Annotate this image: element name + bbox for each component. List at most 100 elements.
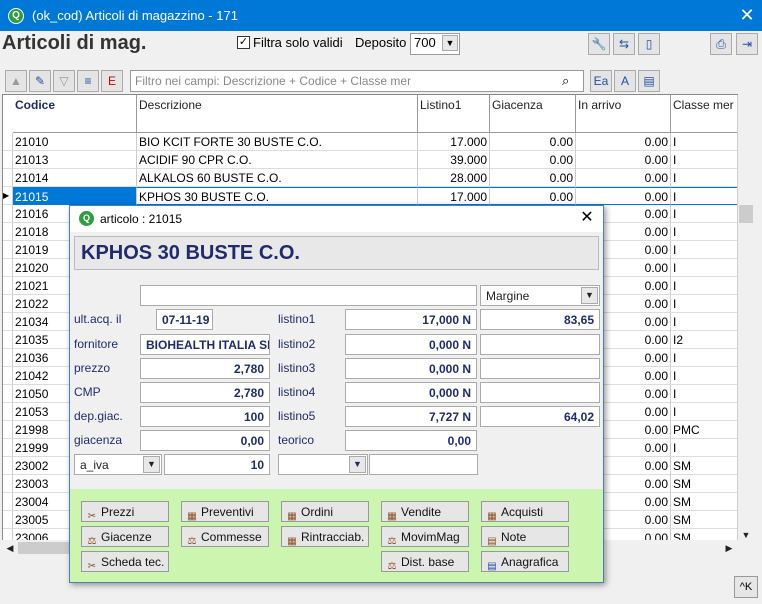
refresh-icon[interactable]: ⇆ [613, 33, 635, 55]
order-icon: ▦ [287, 511, 297, 522]
field-prezzo[interactable]: 2,780 [140, 358, 270, 379]
field-margin4[interactable] [480, 382, 600, 403]
exit-icon[interactable]: ⇥ [736, 33, 758, 55]
field-listino5[interactable]: 7,727 N [345, 406, 477, 427]
window-close-button[interactable]: ✕ [736, 4, 758, 26]
row-indicator [3, 223, 13, 241]
search-input[interactable]: Filtro nei campi: Descrizione + Codice +… [130, 70, 584, 92]
table-row[interactable]: ▶ 21015 KPHOS 30 BUSTE C.O. 17.000 0.00 0.00 I [3, 187, 737, 205]
field-margin5[interactable]: 64,02 [480, 406, 600, 427]
list-icon[interactable]: ≡ [77, 70, 99, 92]
margin-select[interactable]: Margine ▼ [480, 285, 600, 306]
row-indicator [3, 421, 13, 439]
font-size-icon[interactable]: A [614, 70, 636, 92]
row-indicator [3, 349, 13, 367]
dialog-titlebar: Q articolo : 21015 ✕ [70, 206, 603, 232]
up-arrow-icon[interactable]: ▲ [5, 70, 27, 92]
print-icon[interactable]: ⎙ [710, 33, 732, 55]
field-margin2[interactable] [480, 334, 600, 355]
edit-list-icon[interactable]: ✎ [29, 70, 51, 92]
field-margin3[interactable] [480, 358, 600, 379]
anagrafica-button[interactable]: ▤ Anagrafica [481, 551, 569, 572]
dialog-title: articolo : 21015 [100, 212, 183, 226]
column-header-giacenza[interactable]: Giacenza [490, 95, 576, 133]
dialog-close-button[interactable]: ✕ [577, 208, 597, 228]
filter-valid-checkbox[interactable]: ✓ [237, 36, 250, 49]
table-cell: I [671, 313, 737, 331]
new-document-icon[interactable]: ▯ [638, 33, 660, 55]
table-row[interactable]: 21010 BIO KCIT FORTE 30 BUSTE C.O. 17.000 0… [3, 133, 737, 151]
shortcut-button[interactable]: ^K [734, 576, 758, 598]
field-iva-value[interactable]: 10 [164, 454, 270, 475]
table-cell: SM [671, 493, 737, 511]
ordini-button[interactable]: ▦ Ordini [281, 501, 369, 522]
row-indicator [3, 295, 13, 313]
field-listino2[interactable]: 0,000 N [345, 334, 477, 355]
rintracciab-button[interactable]: ▦ Rintracciab. [281, 526, 369, 547]
deposit-select[interactable]: 700 ▼ [410, 33, 460, 55]
table-cell: I [671, 385, 737, 403]
table-row[interactable]: 21013 ACIDIF 90 CPR C.O. 39.000 0.00 0.00 I [3, 151, 737, 169]
column-header-in-arrivo[interactable]: In arrivo [576, 95, 671, 133]
column-header-classe-mer[interactable]: Classe mer [671, 95, 737, 133]
window-title: (ok_cod) Articoli di magazzino - 171 [32, 8, 238, 23]
scroll-left-icon[interactable]: ◀ [2, 540, 18, 556]
commesse-button[interactable]: ⚖ Commesse [181, 526, 269, 547]
table-cell: I2 [671, 331, 737, 349]
scheda-tec-button[interactable]: ✂ Scheda tec. [81, 551, 169, 572]
page-title: Articoli di mag. [2, 32, 147, 54]
table-cell: 17.000 [418, 133, 490, 151]
blank-field[interactable] [140, 285, 477, 306]
column-header-listino1[interactable]: Listino1 [418, 95, 490, 133]
empty-field[interactable] [369, 454, 478, 475]
label-listino2: listino2 [278, 337, 316, 351]
row-indicator [3, 133, 13, 151]
row-indicator [3, 241, 13, 259]
export-icon[interactable]: ▤ [638, 70, 660, 92]
sort-icon[interactable]: E [101, 70, 123, 92]
table-cell: I [671, 295, 737, 313]
table-cell: I [671, 223, 737, 241]
preventivi-button[interactable]: ▦ Preventivi [181, 501, 269, 522]
empty-select[interactable]: ▼ [278, 454, 368, 475]
field-margin1[interactable]: 83,65 [480, 309, 600, 330]
column-header-descrizione[interactable]: Descrizione [137, 95, 418, 133]
trace-icon: ▦ [287, 536, 297, 547]
label-giacenza: giacenza [74, 433, 123, 447]
scroll-thumb[interactable] [739, 205, 753, 223]
column-header-codice[interactable]: Codice [13, 95, 137, 133]
field-dep-giac[interactable]: 100 [140, 406, 270, 427]
field-cmp[interactable]: 2,780 [140, 382, 270, 403]
vertical-scrollbar[interactable]: ▼ [737, 95, 754, 541]
row-indicator [3, 313, 13, 331]
field-teorico[interactable]: 0,00 [345, 430, 477, 451]
prezzi-button[interactable]: ✂ Prezzi [81, 501, 169, 522]
window-titlebar: Q (ok_cod) Articoli di magazzino - 171 ✕ [0, 0, 762, 31]
scale-icon: ⚖ [187, 536, 197, 547]
field-ult-acq[interactable]: 07-11-19 [156, 309, 213, 330]
iva-select[interactable]: a_iva ▼ [74, 454, 162, 475]
note-button[interactable]: ▤ Note [481, 526, 569, 547]
search-icon[interactable]: ⌕ [562, 73, 569, 89]
funnel-icon[interactable]: ▽ [53, 70, 75, 92]
scroll-right-icon[interactable]: ▶ [721, 540, 737, 556]
row-indicator [3, 457, 13, 475]
acquisti-button[interactable]: ▦ Acquisti [481, 501, 569, 522]
row-indicator [3, 259, 13, 277]
field-fornitore[interactable]: BIOHEALTH ITALIA SR [140, 334, 270, 355]
giacenze-button[interactable]: ⚖ Giacenze [81, 526, 169, 547]
movimmag-button[interactable]: ⚖ MovimMag [381, 526, 469, 547]
table-cell: I [671, 169, 737, 187]
field-listino1[interactable]: 17,000 N [345, 309, 477, 330]
table-row[interactable]: 21014 ALKALOS 60 BUSTE C.O. 28.000 0.00 0.00… [3, 169, 737, 187]
field-giacenza[interactable]: 0,00 [140, 430, 270, 451]
key-icon[interactable]: 🔧 [588, 33, 610, 55]
dist-base-button[interactable]: ⚖ Dist. base [381, 551, 469, 572]
field-listino4[interactable]: 0,000 N [345, 382, 477, 403]
table-cell: I [671, 349, 737, 367]
vendite-button[interactable]: ▦ Vendite [381, 501, 469, 522]
font-case-icon[interactable]: Ea [590, 70, 612, 92]
table-cell: I [671, 259, 737, 277]
row-indicator [3, 511, 13, 529]
field-listino3[interactable]: 0,000 N [345, 358, 477, 379]
